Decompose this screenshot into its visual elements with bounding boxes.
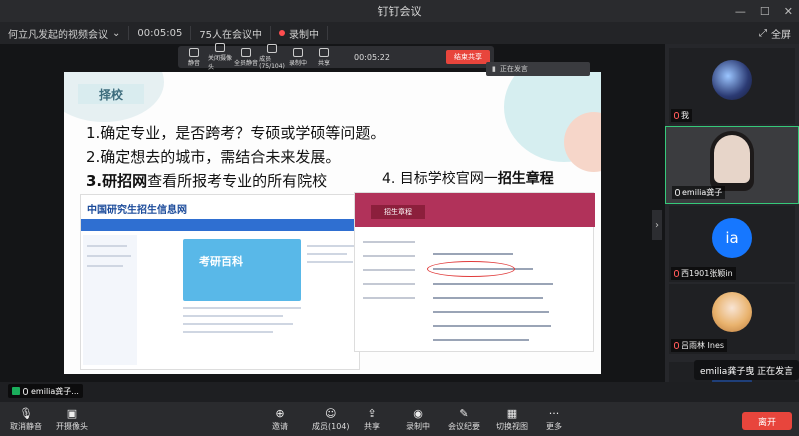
site-nav [81,219,361,231]
share-icon [319,47,329,57]
record-icon [293,47,303,57]
grid-icon: ▦ [506,406,518,420]
participant-panel: 我 ia 西1901张颖in 吕雨林 Ines [665,44,799,382]
site-logo: 中国研究生招生信息网 [87,205,187,216]
camera-button[interactable]: ▣ 开摄像头 [56,407,88,432]
invite-icon: ⊕ [275,406,285,420]
members-icon: ☺ [325,406,337,420]
maximize-icon[interactable]: ☐ [760,5,770,18]
mic-muted-icon [674,270,679,277]
close-icon[interactable]: ✕ [784,5,793,18]
record-dot-icon [279,30,286,36]
fullscreen-button[interactable]: ⤢ 全屏 [759,22,791,44]
title-bar: 钉钉会议 — ☐ ✕ [0,0,799,22]
mic-icon [23,387,28,395]
participant-tile-lv[interactable]: 吕雨林 Ines [669,284,795,354]
minimize-icon[interactable]: — [735,5,746,18]
unmute-button[interactable]: 🎙︎ 取消静音 [10,407,42,432]
slide-line-4: 4. 目标学校官网一招生章程 [382,171,554,187]
share-mute-all-button[interactable]: 全员静音 [234,47,258,67]
bottom-toolbar [0,402,799,436]
share-share-button[interactable]: 共享 [312,47,336,67]
more-icon: ··· [548,406,560,420]
mic-muted-icon: 🎙︎ [19,406,33,420]
mic-muted-icon [674,342,679,349]
avatar: ia [712,218,752,258]
screen-share-icon [12,387,20,395]
record-icon: ◉ [413,406,423,420]
record-button[interactable]: ◉ 录制中 [406,407,430,432]
share-camera-button[interactable]: 关闭摄像头 [208,43,232,71]
meeting-duration: 00:05:05 [129,26,192,40]
fullscreen-icon: ⤢ [759,27,767,39]
avatar [712,60,752,100]
panel-toggle-button[interactable]: › [652,210,662,240]
speaking-indicator: emilia龚子曳 正在发言 [694,360,799,380]
slide-tag: 择校 [78,84,144,104]
share-toolbar: 静音 关闭摄像头 全员静音 成员(75/104) 录制中 共享 00:05:22… [178,43,494,71]
yanzhao-screenshot: 中国研究生招生信息网 考研百科 [80,194,361,370]
signal-icon: ▮ [492,65,496,73]
participant-tile-me[interactable]: 我 [669,48,795,124]
meeting-info-bar: 何立凡发起的视频会议 ⌄ 00:05:05 75人在会议中 录制中 ⤢ 全屏 [0,22,799,44]
meeting-name[interactable]: 何立凡发起的视频会议 ⌄ [0,26,130,41]
site-banner: 考研百科 [183,239,301,301]
slide-line-1: 1.确定专业，是否跨考？专硕或学硕等问题。 [86,124,386,142]
share-button[interactable]: ⇪ 共享 [364,407,380,432]
participant-tile-xi[interactable]: ia 西1901张颖in [669,206,795,282]
attendance-count: 75人在会议中 [191,26,272,41]
school-site-screenshot: 招生章程 [354,192,595,352]
share-mute-button[interactable]: 静音 [182,47,206,67]
window-title: 钉钉会议 [377,5,422,18]
share-members-button[interactable]: 成员(75/104) [259,44,285,70]
slide-line-2: 2.确定想去的城市，需结合未来发展。 [86,148,341,166]
mic-icon [189,47,199,57]
switch-view-button[interactable]: ▦ 切换视图 [496,407,528,432]
members-icon [267,44,277,53]
end-share-button[interactable]: 结束共享 [446,50,490,64]
window-controls: — ☐ ✕ [735,0,793,22]
camera-off-icon: ▣ [66,406,78,420]
mute-all-icon [241,47,251,57]
share-timer: 00:05:22 [354,52,390,62]
members-button[interactable]: ☺ 成员(104) [312,407,350,432]
minutes-button[interactable]: ✎ 会议纪要 [448,407,480,432]
more-button[interactable]: ··· 更多 [546,407,562,432]
chevron-down-icon: ⌄ [112,27,121,39]
mic-muted-icon [674,112,679,119]
share-record-button[interactable]: 录制中 [286,47,310,67]
chevron-right-icon: › [655,219,659,231]
mic-icon [675,189,680,196]
minutes-icon: ✎ [459,406,469,420]
avatar [712,292,752,332]
share-icon: ⇪ [367,406,377,420]
speaker-indicator: ▮ 正在发言 [486,62,590,76]
slide-line-3: 3.研招网查看所报考专业的所有院校 [86,172,328,190]
leave-button[interactable]: 离开 [742,412,792,430]
participant-tile-emilia[interactable]: emilia龚子 [665,126,799,204]
highlight-circle [427,261,515,277]
invite-button[interactable]: ⊕ 邀请 [272,407,288,432]
presentation-slide: 择校 1.确定专业，是否跨考？专硕或学硕等问题。 2.确定想去的城市，需结合未来… [64,72,601,374]
recording-status: 录制中 [271,26,329,41]
camera-icon [215,43,225,52]
self-name-tag: emilia龚子... [8,384,83,398]
